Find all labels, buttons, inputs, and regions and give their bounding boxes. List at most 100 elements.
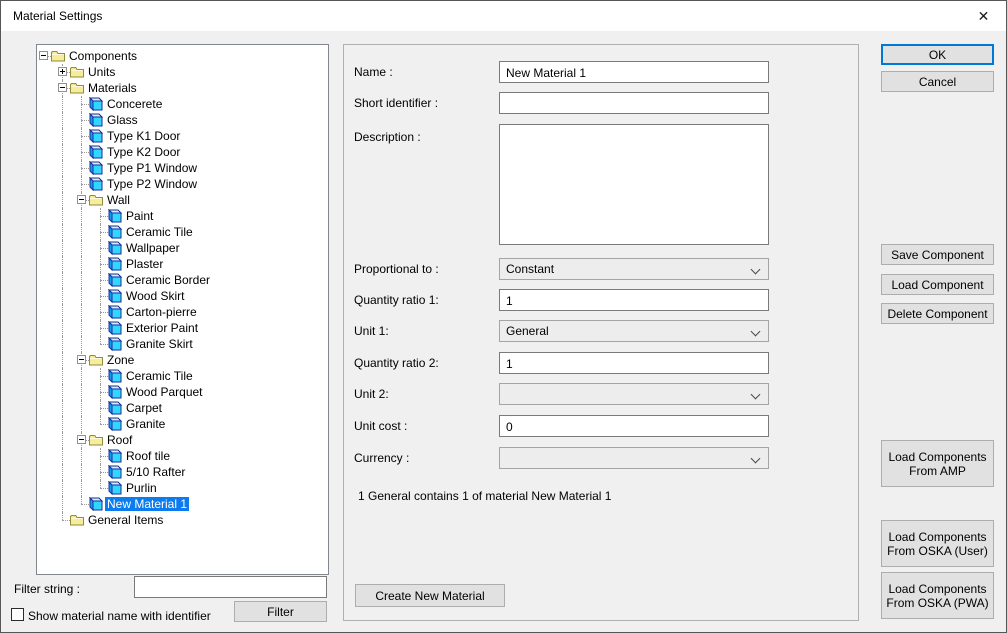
tree-item-units[interactable]: Units <box>37 64 328 80</box>
tree-item-plaster[interactable]: Plaster <box>37 256 328 272</box>
load-components-from-oska-user-button[interactable]: Load Components From OSKA (User) <box>881 520 994 567</box>
tree-item-label[interactable]: Type P2 Window <box>105 177 199 191</box>
tree-item-wood-skirt[interactable]: Wood Skirt <box>37 288 328 304</box>
tree-item-components[interactable]: Components <box>37 48 328 64</box>
tree-item-new-material-1[interactable]: New Material 1 <box>37 496 328 512</box>
tree-item-paint[interactable]: Paint <box>37 208 328 224</box>
tree-item-label[interactable]: Plaster <box>124 257 165 271</box>
folder-icon <box>89 193 103 207</box>
collapse-icon[interactable] <box>77 355 86 364</box>
window-title: Material Settings <box>1 9 102 23</box>
tree-item-wood-parquet[interactable]: Wood Parquet <box>37 384 328 400</box>
tree-item-label[interactable]: Roof <box>105 433 134 447</box>
unit-1-select[interactable]: General <box>499 320 769 342</box>
tree-item-carpet[interactable]: Carpet <box>37 400 328 416</box>
filter-string-input[interactable] <box>134 576 327 598</box>
tree-item-label[interactable]: Wallpaper <box>124 241 182 255</box>
proportional-to-select[interactable]: Constant <box>499 258 769 280</box>
tree-item-label[interactable]: Wall <box>105 193 132 207</box>
tree-guide-line <box>81 304 82 320</box>
tree-item-granite-skirt[interactable]: Granite Skirt <box>37 336 328 352</box>
tree-item-label[interactable]: Units <box>86 65 117 79</box>
tree-item-zone[interactable]: Zone <box>37 352 328 368</box>
tree-item-label[interactable]: Carton-pierre <box>124 305 199 319</box>
tree-item-label[interactable]: Ceramic Tile <box>124 369 195 383</box>
tree-item-type-p2-window[interactable]: Type P2 Window <box>37 176 328 192</box>
tree-guide-line <box>62 352 63 368</box>
tree-item-wall[interactable]: Wall <box>37 192 328 208</box>
tree-item-exterior-paint[interactable]: Exterior Paint <box>37 320 328 336</box>
quantity-ratio-2-input[interactable] <box>499 352 769 374</box>
tree-item-label[interactable]: Zone <box>105 353 136 367</box>
tree-item-label[interactable]: Ceramic Tile <box>124 225 195 239</box>
tree-item-carton-pierre[interactable]: Carton-pierre <box>37 304 328 320</box>
tree-item-general-items[interactable]: General Items <box>37 512 328 528</box>
tree-item-label[interactable]: Exterior Paint <box>124 321 200 335</box>
ok-button[interactable]: OK <box>881 44 994 65</box>
material-cube-icon <box>108 273 122 287</box>
tree-item-label[interactable]: Granite <box>124 417 167 431</box>
chevron-down-icon <box>751 454 761 464</box>
component-tree[interactable]: Components Units Materials Concerete Glass Ty… <box>36 44 329 575</box>
tree-item-ceramic-tile[interactable]: Ceramic Tile <box>37 368 328 384</box>
tree-item-ceramic-tile[interactable]: Ceramic Tile <box>37 224 328 240</box>
cancel-button[interactable]: Cancel <box>881 71 994 92</box>
tree-item-purlin[interactable]: Purlin <box>37 480 328 496</box>
short-identifier-input[interactable] <box>499 92 769 114</box>
tree-item-label[interactable]: Paint <box>124 209 155 223</box>
tree-item-label[interactable]: Type K1 Door <box>105 129 182 143</box>
tree-item-label[interactable]: Concerete <box>105 97 164 111</box>
description-input[interactable] <box>499 124 769 245</box>
tree-item-label[interactable]: Materials <box>86 81 139 95</box>
tree-item-label[interactable]: 5/10 Rafter <box>124 465 187 479</box>
tree-item-glass[interactable]: Glass <box>37 112 328 128</box>
tree-item-granite[interactable]: Granite <box>37 416 328 432</box>
tree-guide-line <box>62 256 63 272</box>
collapse-icon[interactable] <box>39 51 48 60</box>
collapse-icon[interactable] <box>58 83 67 92</box>
tree-item-label[interactable]: Ceramic Border <box>124 273 212 287</box>
delete-component-button[interactable]: Delete Component <box>881 303 994 324</box>
tree-item-concerete[interactable]: Concerete <box>37 96 328 112</box>
tree-item-ceramic-border[interactable]: Ceramic Border <box>37 272 328 288</box>
tree-item-label[interactable]: Purlin <box>124 481 159 495</box>
currency-select[interactable] <box>499 447 769 469</box>
tree-item-materials[interactable]: Materials <box>37 80 328 96</box>
tree-item-label[interactable]: Wood Skirt <box>124 289 186 303</box>
tree-guide-line <box>81 384 82 400</box>
tree-item-type-p1-window[interactable]: Type P1 Window <box>37 160 328 176</box>
tree-item-type-k2-door[interactable]: Type K2 Door <box>37 144 328 160</box>
close-icon[interactable]: ✕ <box>961 1 1006 31</box>
show-identifier-checkbox[interactable] <box>11 608 24 621</box>
tree-item-label[interactable]: New Material 1 <box>105 497 189 511</box>
tree-item-label[interactable]: Type K2 Door <box>105 145 182 159</box>
tree-item-roof[interactable]: Roof <box>37 432 328 448</box>
tree-item-label[interactable]: Wood Parquet <box>124 385 205 399</box>
tree-item-type-k1-door[interactable]: Type K1 Door <box>37 128 328 144</box>
unit-1-label: Unit 1: <box>354 324 389 338</box>
load-component-button[interactable]: Load Component <box>881 274 994 295</box>
load-components-from-amp-button[interactable]: Load Components From AMP <box>881 440 994 487</box>
unit-cost-input[interactable] <box>499 415 769 437</box>
tree-item-roof-tile[interactable]: Roof tile <box>37 448 328 464</box>
unit-2-select[interactable] <box>499 383 769 405</box>
collapse-icon[interactable] <box>77 435 86 444</box>
name-input[interactable] <box>499 61 769 83</box>
tree-item-label[interactable]: Glass <box>105 113 140 127</box>
save-component-button[interactable]: Save Component <box>881 244 994 265</box>
tree-guide-line <box>62 96 63 112</box>
tree-item-wallpaper[interactable]: Wallpaper <box>37 240 328 256</box>
tree-item-5-10-rafter[interactable]: 5/10 Rafter <box>37 464 328 480</box>
tree-item-label[interactable]: Carpet <box>124 401 164 415</box>
collapse-icon[interactable] <box>77 195 86 204</box>
quantity-ratio-1-input[interactable] <box>499 289 769 311</box>
filter-button[interactable]: Filter <box>234 601 327 622</box>
tree-item-label[interactable]: Roof tile <box>124 449 172 463</box>
tree-item-label[interactable]: General Items <box>86 513 165 527</box>
create-new-material-button[interactable]: Create New Material <box>355 584 505 607</box>
load-components-from-oska-pwa-button[interactable]: Load Components From OSKA (PWA) <box>881 572 994 619</box>
tree-item-label[interactable]: Granite Skirt <box>124 337 195 351</box>
expand-icon[interactable] <box>58 67 67 76</box>
tree-item-label[interactable]: Type P1 Window <box>105 161 199 175</box>
tree-item-label[interactable]: Components <box>67 49 139 63</box>
